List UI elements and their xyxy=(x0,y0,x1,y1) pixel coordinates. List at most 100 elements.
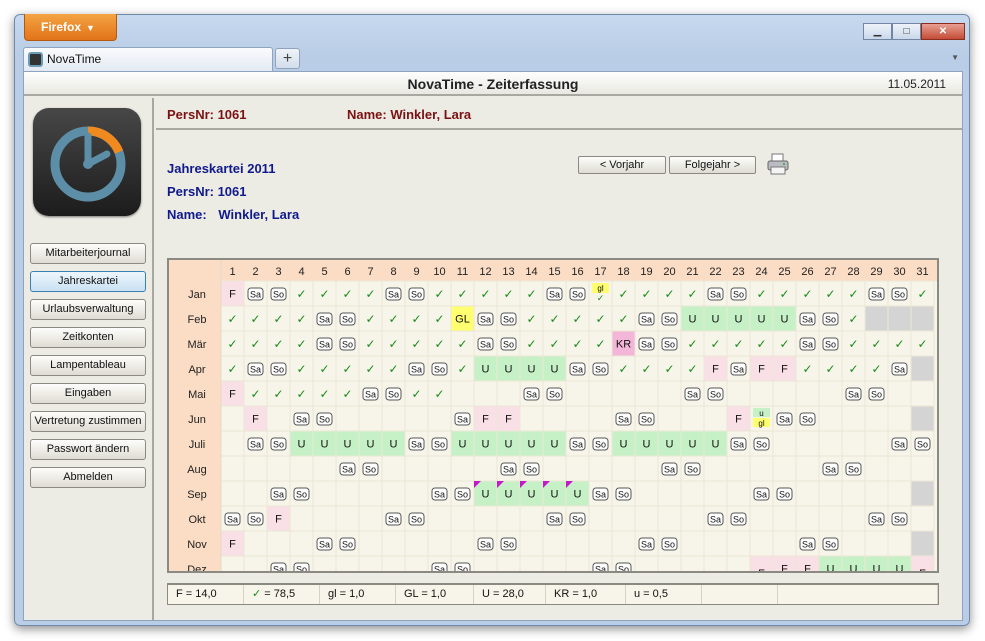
calendar-cell[interactable]: So xyxy=(266,430,291,457)
calendar-cell[interactable] xyxy=(266,405,291,432)
calendar-cell[interactable]: F xyxy=(473,405,498,432)
calendar-cell[interactable] xyxy=(588,380,613,407)
calendar-cell[interactable]: ✓ xyxy=(818,355,843,382)
calendar-cell[interactable]: Sa xyxy=(427,555,452,582)
calendar-cell[interactable] xyxy=(243,555,268,582)
calendar-cell[interactable]: F xyxy=(243,405,268,432)
calendar-cell[interactable] xyxy=(887,305,912,332)
calendar-cell[interactable]: ✓ xyxy=(680,355,705,382)
calendar-cell[interactable] xyxy=(703,530,728,557)
calendar-cell[interactable]: Sa xyxy=(243,430,268,457)
calendar-cell[interactable]: U xyxy=(657,430,682,457)
calendar-cell[interactable]: So xyxy=(887,280,912,307)
calendar-cell[interactable] xyxy=(519,405,544,432)
calendar-cell[interactable] xyxy=(657,405,682,432)
calendar-cell[interactable]: ✓ xyxy=(772,280,797,307)
calendar-cell[interactable] xyxy=(680,555,705,582)
calendar-cell[interactable] xyxy=(703,555,728,582)
calendar-cell[interactable]: Sa xyxy=(542,505,567,532)
calendar-cell[interactable] xyxy=(542,530,567,557)
calendar-cell[interactable]: ✓ xyxy=(680,330,705,357)
calendar-cell[interactable] xyxy=(565,555,590,582)
calendar-cell[interactable] xyxy=(519,505,544,532)
calendar-cell[interactable]: F xyxy=(772,555,797,582)
calendar-cell[interactable] xyxy=(220,455,245,482)
calendar-cell[interactable] xyxy=(588,505,613,532)
calendar-cell[interactable]: U xyxy=(496,355,521,382)
calendar-cell[interactable] xyxy=(496,380,521,407)
calendar-cell[interactable] xyxy=(657,480,682,507)
calendar-cell[interactable] xyxy=(864,405,889,432)
calendar-cell[interactable]: ✓ xyxy=(588,330,613,357)
calendar-cell[interactable]: F xyxy=(220,380,245,407)
calendar-cell[interactable]: So xyxy=(657,530,682,557)
calendar-cell[interactable]: ✓ xyxy=(910,330,935,357)
calendar-cell[interactable] xyxy=(404,405,429,432)
calendar-cell[interactable]: ✓ xyxy=(450,355,475,382)
calendar-cell[interactable] xyxy=(565,380,590,407)
calendar-cell[interactable] xyxy=(266,455,291,482)
calendar-cell[interactable]: ✓ xyxy=(818,280,843,307)
calendar-cell[interactable] xyxy=(565,530,590,557)
maximize-button[interactable]: □ xyxy=(892,23,921,40)
calendar-cell[interactable]: U xyxy=(473,430,498,457)
calendar-cell[interactable] xyxy=(404,455,429,482)
calendar-cell[interactable]: ✓ xyxy=(657,280,682,307)
calendar-cell[interactable] xyxy=(726,555,751,582)
calendar-cell[interactable] xyxy=(864,530,889,557)
calendar-cell[interactable]: ✓ xyxy=(427,380,452,407)
sidebar-item-passwort-ndern[interactable]: Passwort ändern xyxy=(30,439,146,460)
calendar-cell[interactable]: Sa xyxy=(312,305,337,332)
calendar-cell[interactable] xyxy=(818,380,843,407)
calendar-cell[interactable]: Sa xyxy=(266,555,291,582)
calendar-cell[interactable]: Sa xyxy=(864,280,889,307)
calendar-cell[interactable]: ✓ xyxy=(335,380,360,407)
calendar-cell[interactable]: ✓ xyxy=(657,355,682,382)
sidebar-item-abmelden[interactable]: Abmelden xyxy=(30,467,146,488)
calendar-cell[interactable]: F xyxy=(726,405,751,432)
calendar-cell[interactable]: ✓ xyxy=(841,280,866,307)
calendar-cell[interactable]: So xyxy=(381,380,406,407)
calendar-cell[interactable] xyxy=(358,530,383,557)
calendar-cell[interactable] xyxy=(335,555,360,582)
calendar-cell[interactable]: F xyxy=(703,355,728,382)
calendar-cell[interactable]: ✓ xyxy=(289,330,314,357)
calendar-cell[interactable]: So xyxy=(887,505,912,532)
calendar-cell[interactable]: So xyxy=(818,305,843,332)
calendar-cell[interactable] xyxy=(611,530,636,557)
calendar-cell[interactable]: So xyxy=(749,430,774,457)
calendar-cell[interactable]: So xyxy=(450,555,475,582)
calendar-cell[interactable]: Sa xyxy=(358,380,383,407)
calendar-cell[interactable] xyxy=(358,405,383,432)
calendar-cell[interactable]: U xyxy=(312,430,337,457)
new-tab-button[interactable]: + xyxy=(275,48,300,69)
calendar-cell[interactable]: So xyxy=(289,555,314,582)
calendar-cell[interactable] xyxy=(220,430,245,457)
calendar-cell[interactable] xyxy=(611,505,636,532)
calendar-cell[interactable]: ✓ xyxy=(588,305,613,332)
calendar-cell[interactable]: So xyxy=(496,530,521,557)
calendar-cell[interactable] xyxy=(289,505,314,532)
calendar-cell[interactable]: U xyxy=(680,305,705,332)
browser-tab[interactable]: NovaTime xyxy=(23,47,273,71)
calendar-cell[interactable]: Sa xyxy=(588,555,613,582)
calendar-cell[interactable] xyxy=(519,530,544,557)
sidebar-item-jahreskartei[interactable]: Jahreskartei xyxy=(30,271,146,292)
calendar-cell[interactable] xyxy=(726,380,751,407)
calendar-cell[interactable]: Sa xyxy=(772,405,797,432)
calendar-cell[interactable]: ✓ xyxy=(910,280,935,307)
calendar-cell[interactable]: ✓ xyxy=(542,330,567,357)
calendar-cell[interactable] xyxy=(703,480,728,507)
calendar-cell[interactable]: F xyxy=(910,555,935,582)
calendar-cell[interactable] xyxy=(450,380,475,407)
calendar-cell[interactable] xyxy=(749,380,774,407)
calendar-cell[interactable] xyxy=(795,455,820,482)
calendar-cell[interactable] xyxy=(887,530,912,557)
calendar-cell[interactable]: So xyxy=(795,405,820,432)
calendar-cell[interactable] xyxy=(542,555,567,582)
calendar-cell[interactable]: ✓ xyxy=(795,355,820,382)
calendar-cell[interactable] xyxy=(680,480,705,507)
calendar-cell[interactable]: So xyxy=(266,280,291,307)
calendar-cell[interactable]: So xyxy=(726,505,751,532)
calendar-cell[interactable] xyxy=(243,455,268,482)
